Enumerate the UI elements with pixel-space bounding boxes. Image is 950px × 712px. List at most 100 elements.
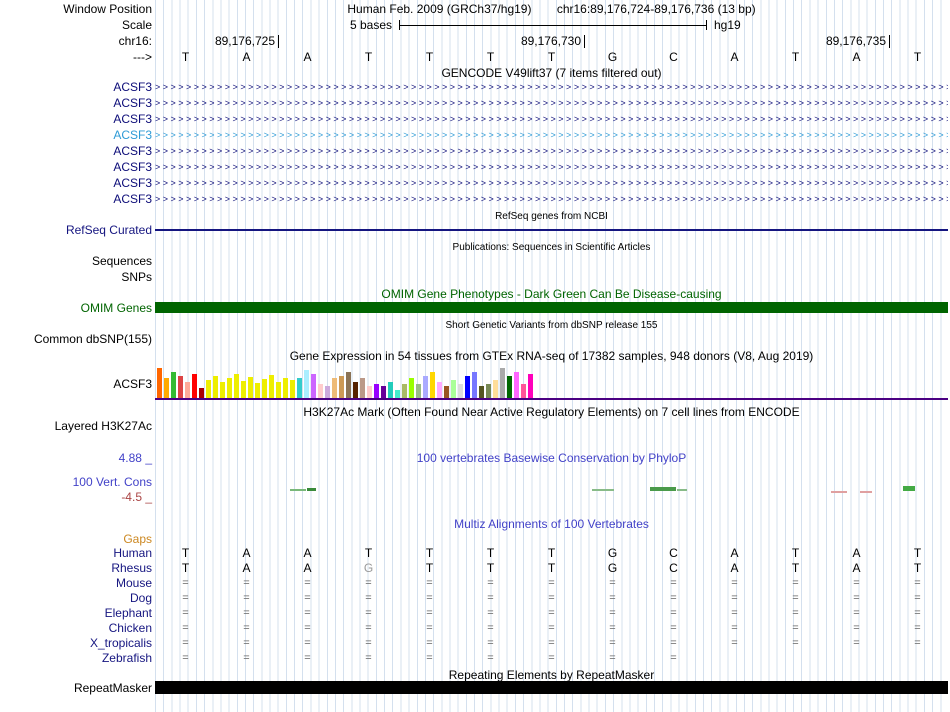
ruler-position-label: 89,176,725	[214, 34, 275, 48]
gtex-tissue-bar-20	[297, 378, 302, 398]
align-cell-mouse-11: =	[853, 577, 860, 589]
ruler-base-9: A	[730, 50, 739, 64]
gtex-tissue-bar-26	[339, 376, 344, 398]
gtex-tissue-bar-4	[185, 382, 190, 398]
ruler-base-2: A	[303, 50, 312, 64]
track-title-conservation[interactable]: 100 vertebrates Basewise Conservation by…	[155, 451, 948, 465]
species-label-dog[interactable]: Dog	[130, 591, 152, 605]
ruler-position-label: 89,176,730	[520, 34, 581, 48]
refseq-gene-bar[interactable]	[155, 229, 948, 231]
align-cell-chicken-8: =	[670, 622, 677, 634]
gene-intron-arrows-2[interactable]: >>>>>>>>>>>>>>>>>>>>>>>>>>>>>>>>>>>>>>>>…	[155, 114, 948, 124]
scale-label: Scale	[121, 18, 152, 32]
align-cell-x_tropicalis-6: =	[548, 637, 555, 649]
track-label-conservation[interactable]: 100 Vert. Cons	[73, 475, 152, 489]
align-cell-dog-2: =	[304, 592, 311, 604]
align-cell-x_tropicalis-12: =	[914, 637, 921, 649]
phylop-mark-6	[860, 491, 872, 493]
track-label-common-dbsnp[interactable]: Common dbSNP(155)	[34, 332, 152, 346]
gene-label-acsf3-2[interactable]: ACSF3	[113, 112, 152, 126]
gtex-tissue-bar-39	[430, 372, 435, 398]
gtex-tissue-bar-0	[157, 368, 162, 398]
gtex-tissue-bar-33	[388, 382, 393, 398]
track-label-gaps: Gaps	[123, 532, 152, 546]
track-title-repeatmasker[interactable]: Repeating Elements by RepeatMasker	[155, 668, 948, 682]
gene-intron-arrows-1[interactable]: >>>>>>>>>>>>>>>>>>>>>>>>>>>>>>>>>>>>>>>>…	[155, 98, 948, 108]
gene-intron-arrows-7[interactable]: >>>>>>>>>>>>>>>>>>>>>>>>>>>>>>>>>>>>>>>>…	[155, 194, 948, 204]
gene-label-acsf3-3[interactable]: ACSF3	[113, 128, 152, 142]
gene-intron-arrows-4[interactable]: >>>>>>>>>>>>>>>>>>>>>>>>>>>>>>>>>>>>>>>>…	[155, 146, 948, 156]
track-label-h3k27ac[interactable]: Layered H3K27Ac	[55, 419, 152, 433]
align-cell-human-12: T	[913, 546, 922, 560]
track-title-omim[interactable]: OMIM Gene Phenotypes - Dark Green Can Be…	[155, 287, 948, 301]
gtex-tissue-bar-22	[311, 374, 316, 398]
gtex-tissue-bar-45	[472, 372, 477, 398]
track-label-gtex-gene[interactable]: ACSF3	[113, 377, 152, 391]
track-title-publications[interactable]: Publications: Sequences in Scientific Ar…	[155, 241, 948, 255]
align-cell-x_tropicalis-5: =	[487, 637, 494, 649]
track-title-dbsnp[interactable]: Short Genetic Variants from dbSNP releas…	[155, 319, 948, 333]
gtex-tissue-bar-31	[374, 384, 379, 398]
gtex-tissue-bar-51	[514, 372, 519, 398]
gene-intron-arrows-5[interactable]: >>>>>>>>>>>>>>>>>>>>>>>>>>>>>>>>>>>>>>>>…	[155, 162, 948, 172]
track-title-refseq[interactable]: RefSeq genes from NCBI	[155, 210, 948, 224]
track-title-gtex[interactable]: Gene Expression in 54 tissues from GTEx …	[155, 349, 948, 363]
gtex-tissue-bar-27	[346, 372, 351, 398]
align-cell-elephant-4: =	[426, 607, 433, 619]
align-cell-human-0: T	[181, 546, 190, 560]
align-cell-rhesus-10: T	[791, 561, 800, 575]
align-cell-dog-1: =	[243, 592, 250, 604]
align-cell-zebrafish-6: =	[548, 652, 555, 664]
align-cell-chicken-7: =	[609, 622, 616, 634]
gtex-tissue-bar-10	[227, 378, 232, 398]
gtex-tissue-bar-16	[269, 375, 274, 398]
align-cell-zebrafish-3: =	[365, 652, 372, 664]
align-cell-x_tropicalis-0: =	[182, 637, 189, 649]
gene-label-acsf3-6[interactable]: ACSF3	[113, 176, 152, 190]
species-label-x_tropicalis[interactable]: X_tropicalis	[90, 636, 152, 650]
gene-intron-arrows-0[interactable]: >>>>>>>>>>>>>>>>>>>>>>>>>>>>>>>>>>>>>>>>…	[155, 82, 948, 92]
species-label-mouse[interactable]: Mouse	[116, 576, 152, 590]
align-cell-dog-7: =	[609, 592, 616, 604]
track-title-h3k27ac[interactable]: H3K27Ac Mark (Often Found Near Active Re…	[155, 405, 948, 419]
align-cell-elephant-5: =	[487, 607, 494, 619]
gene-label-acsf3-4[interactable]: ACSF3	[113, 144, 152, 158]
gene-label-acsf3-0[interactable]: ACSF3	[113, 80, 152, 94]
track-label-refseq-curated[interactable]: RefSeq Curated	[66, 223, 152, 237]
phylop-mark-1	[307, 488, 316, 491]
align-cell-human-8: C	[669, 546, 678, 560]
track-label-sequences[interactable]: Sequences	[92, 254, 152, 268]
gene-intron-arrows-3[interactable]: >>>>>>>>>>>>>>>>>>>>>>>>>>>>>>>>>>>>>>>>…	[155, 130, 948, 140]
align-cell-elephant-3: =	[365, 607, 372, 619]
ruler-position-tick	[584, 35, 585, 48]
gene-label-acsf3-1[interactable]: ACSF3	[113, 96, 152, 110]
gene-label-acsf3-5[interactable]: ACSF3	[113, 160, 152, 174]
track-label-snps[interactable]: SNPs	[121, 270, 152, 284]
gtex-tissue-bar-13	[248, 377, 253, 398]
scale-bar	[399, 25, 706, 26]
omim-gene-bar[interactable]	[155, 302, 948, 313]
gene-label-acsf3-7[interactable]: ACSF3	[113, 192, 152, 206]
align-cell-human-7: G	[607, 546, 618, 560]
gtex-tissue-bar-38	[423, 376, 428, 398]
gene-intron-arrows-6[interactable]: >>>>>>>>>>>>>>>>>>>>>>>>>>>>>>>>>>>>>>>>…	[155, 178, 948, 188]
track-title-gencode[interactable]: GENCODE V49lift37 (7 items filtered out)	[155, 66, 948, 80]
track-label-omim-genes[interactable]: OMIM Genes	[81, 301, 152, 315]
align-cell-mouse-8: =	[670, 577, 677, 589]
species-label-chicken[interactable]: Chicken	[109, 621, 152, 635]
species-label-human[interactable]: Human	[113, 546, 152, 560]
track-title-multiz[interactable]: Multiz Alignments of 100 Vertebrates	[155, 517, 948, 531]
ruler-base-3: T	[364, 50, 373, 64]
align-cell-elephant-1: =	[243, 607, 250, 619]
align-cell-zebrafish-2: =	[304, 652, 311, 664]
track-label-repeatmasker[interactable]: RepeatMasker	[74, 681, 152, 695]
ruler-position-label: 89,176,735	[825, 34, 886, 48]
align-cell-human-4: T	[425, 546, 434, 560]
align-cell-x_tropicalis-10: =	[792, 637, 799, 649]
species-label-zebrafish[interactable]: Zebrafish	[102, 651, 152, 665]
species-label-rhesus[interactable]: Rhesus	[111, 561, 152, 575]
align-cell-dog-3: =	[365, 592, 372, 604]
gtex-tissue-bar-8	[213, 376, 218, 398]
repeatmasker-element-bar[interactable]	[155, 681, 948, 694]
species-label-elephant[interactable]: Elephant	[105, 606, 152, 620]
